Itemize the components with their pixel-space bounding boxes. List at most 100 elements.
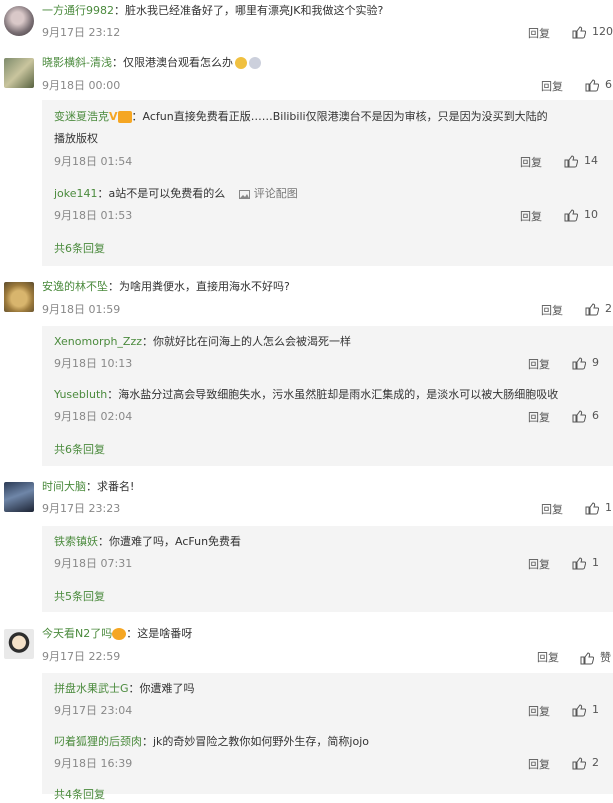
comment: 安逸的林不坠：为啥用粪便水，直接用海水不好吗? 9月18日 01:59 回复 2…	[0, 276, 613, 466]
reply-thread: 变迷夏浩克V ：Acfun直接免费看正版……Bilibili仅限港澳台不是因为审核…	[42, 100, 613, 266]
comment: 晓影横斜-清浅：仅限港澳台观看怎么办 9月18日 00:00 回复 6 变迷夏浩…	[0, 52, 613, 266]
like-button[interactable]: 10	[564, 208, 598, 222]
thumbs-up-icon	[572, 356, 586, 369]
reply-button[interactable]: 回复	[541, 302, 563, 318]
avatar[interactable]	[4, 629, 34, 659]
reply-thread: 铁索镇妖：你遭难了吗，AcFun免费看 9月18日 07:31 回复 1 共5条…	[42, 526, 613, 612]
avatar[interactable]	[4, 58, 34, 88]
reply-text: ：你遭难了吗，AcFun免费看	[98, 535, 242, 548]
reply-button[interactable]: 回复	[528, 556, 550, 572]
reply-author[interactable]: 铁索镇妖	[54, 535, 98, 548]
reply-author[interactable]: Yusebluth	[54, 388, 107, 401]
thumbs-up-icon	[585, 501, 599, 514]
comment-image-label: 评论配图	[253, 187, 298, 200]
reply-button[interactable]: 回复	[528, 356, 550, 372]
reply-author[interactable]: Xenomorph_Zzz	[54, 335, 142, 348]
reply-text: ：a站不是可以免费看的么	[97, 187, 226, 200]
comment-author[interactable]: 今天看N2了吗	[42, 627, 112, 640]
thumbs-up-icon	[564, 208, 578, 221]
thumbs-up-icon	[580, 651, 594, 664]
comment-author[interactable]: 一方通行9982	[42, 4, 114, 17]
comment: 今天看N2了吗 ：这是啥番呀 9月17日 22:59 回复 赞 拼盘水果武士G：你…	[0, 623, 613, 801]
thumbs-up-icon	[585, 302, 599, 315]
more-replies-link[interactable]: 共5条回复	[54, 589, 613, 605]
reply-button[interactable]: 回复	[541, 78, 563, 94]
more-replies-link[interactable]: 共6条回复	[54, 241, 613, 257]
reply-text: ：你就好比在问海上的人怎么会被渴死一样	[142, 335, 352, 348]
thumbs-up-icon	[572, 25, 586, 38]
reply-button[interactable]: 回复	[520, 154, 542, 170]
comment-text: ：仅限港澳台观看怎么办	[111, 56, 233, 69]
reply-button[interactable]: 回复	[528, 756, 550, 772]
reply-author[interactable]: joke141	[54, 187, 98, 200]
like-count: 9	[592, 356, 599, 369]
like-count: 1	[592, 703, 599, 716]
more-replies-link[interactable]: 共6条回复	[54, 442, 613, 458]
like-count: 1	[605, 501, 612, 514]
comment: 一方通行9982：脏水我已经准备好了，哪里有漂亮JK和我做这个实验? 9月17日…	[0, 0, 613, 44]
comment-text: ：脏水我已经准备好了，哪里有漂亮JK和我做这个实验?	[114, 4, 384, 17]
like-button[interactable]: 6	[572, 409, 599, 423]
avatar[interactable]	[4, 282, 34, 312]
reply-button[interactable]: 回复	[537, 649, 559, 665]
thumbs-up-icon	[572, 409, 586, 422]
avatar[interactable]	[4, 6, 34, 36]
like-count: 2	[605, 302, 612, 315]
comment: 时间大脑：求番名! 9月17日 23:23 回复 1 铁索镇妖：你遭难了吗，Ac…	[0, 476, 613, 612]
reply-text: ：海水盐分过高会导致细胞失水，污水虽然脏却是雨水汇集成的，是淡水可以被大肠细胞吸…	[107, 388, 559, 401]
like-button[interactable]: 14	[564, 154, 598, 168]
reply-button[interactable]: 回复	[528, 409, 550, 425]
comment-author[interactable]: 晓影横斜-清浅	[42, 56, 112, 69]
like-button[interactable]: 6	[585, 78, 612, 92]
level-badge-icon	[117, 111, 132, 123]
thumbs-up-icon	[572, 756, 586, 769]
like-button[interactable]: 9	[572, 356, 599, 370]
reply-button[interactable]: 回复	[541, 501, 563, 517]
thumbs-up-icon	[572, 703, 586, 716]
reply-text: ：Acfun直接免费看正版……Bilibili仅限港澳台不是因为审核，只是因为没…	[131, 110, 548, 123]
reply-button[interactable]: 回复	[528, 25, 550, 41]
comment-image-link[interactable]: 评论配图	[238, 187, 298, 200]
like-button[interactable]: 2	[572, 756, 599, 770]
more-replies-link[interactable]: 共4条回复	[54, 787, 613, 803]
reply-text-continued: 播放版权	[54, 132, 98, 145]
reply-button[interactable]: 回复	[528, 703, 550, 719]
comment-time: 9月18日 00:00	[42, 79, 121, 92]
comment-author[interactable]: 安逸的林不坠	[42, 280, 108, 293]
reply-author[interactable]: 变迷夏浩克	[54, 110, 109, 123]
avatar[interactable]	[4, 482, 34, 512]
comment-text: ：求番名!	[86, 480, 135, 493]
reply-text: ：你遭难了吗	[128, 682, 195, 695]
like-count: 赞	[600, 651, 611, 664]
thumbs-up-icon	[585, 78, 599, 91]
like-count: 2	[592, 756, 599, 769]
comment-text: ：为啥用粪便水，直接用海水不好吗?	[108, 280, 290, 293]
like-count: 1	[592, 556, 599, 569]
like-button[interactable]: 1	[585, 501, 612, 515]
level-badge-icon	[112, 628, 127, 640]
like-count: 14	[584, 154, 598, 167]
emoji-icon	[234, 57, 247, 69]
comment-author[interactable]: 时间大脑	[42, 480, 86, 493]
like-button[interactable]: 2	[585, 302, 612, 316]
like-button[interactable]: 1	[572, 556, 599, 570]
like-count: 120	[592, 25, 613, 38]
reply-author[interactable]: 拼盘水果武士G	[54, 682, 129, 695]
image-icon	[238, 189, 250, 199]
reply-button[interactable]: 回复	[520, 208, 542, 224]
vip-badge-icon: V	[109, 110, 118, 123]
comment-time: 9月18日 01:59	[42, 303, 121, 316]
comment-time: 9月17日 23:23	[42, 502, 121, 515]
like-count: 6	[605, 78, 612, 91]
thumbs-up-icon	[572, 556, 586, 569]
like-count: 6	[592, 409, 599, 422]
like-button[interactable]: 120	[572, 25, 613, 39]
comment-text: ：这是啥番呀	[126, 627, 193, 640]
reply-thread: 拼盘水果武士G：你遭难了吗 9月17日 23:04 回复 1 叼着狐狸的后颈肉：…	[42, 673, 613, 801]
like-count: 10	[584, 208, 598, 221]
like-button[interactable]: 赞	[580, 649, 611, 665]
like-button[interactable]: 1	[572, 703, 599, 717]
reply-thread: Xenomorph_Zzz：你就好比在问海上的人怎么会被渴死一样 9月18日 1…	[42, 326, 613, 466]
comment-time: 9月17日 22:59	[42, 650, 121, 663]
reply-author[interactable]: 叼着狐狸的后颈肉	[54, 735, 142, 748]
